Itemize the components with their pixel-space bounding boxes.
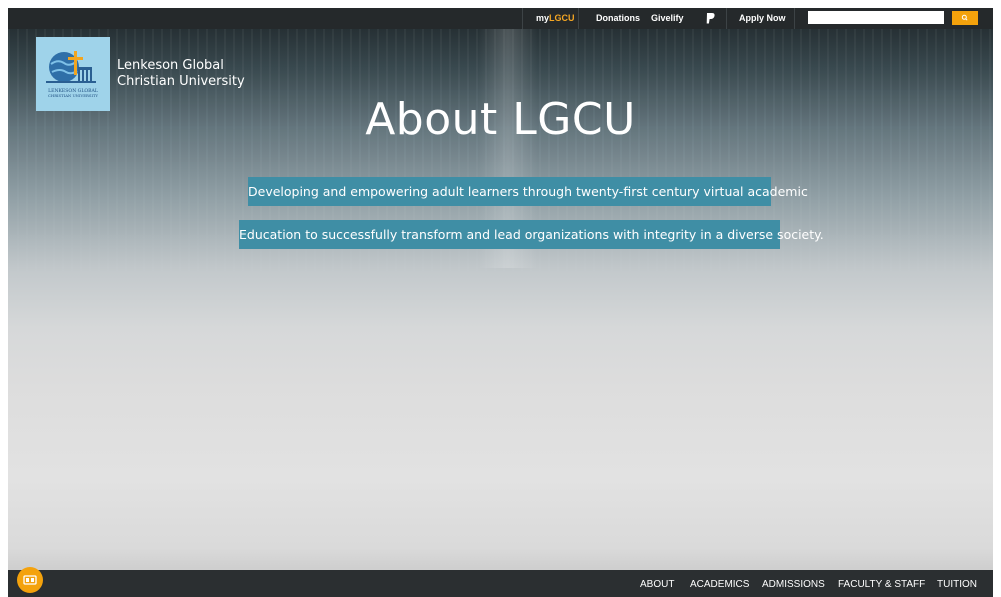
university-name[interactable]: Lenkeson Global Christian University (117, 58, 245, 90)
nav-item-academics[interactable]: ACADEMICS (690, 570, 749, 597)
mylgcu-accent: LGCU (549, 13, 575, 23)
divider (726, 8, 727, 29)
mylgcu-link[interactable]: myLGCU (536, 8, 575, 29)
accessibility-icon (23, 575, 37, 585)
university-name-line2: Christian University (117, 74, 245, 89)
top-utility-bar: myLGCU Donations Givelify Apply Now (8, 8, 993, 29)
university-name-line1: Lenkeson Global (117, 58, 224, 73)
main-navigation: ABOUT ACADEMICS ADMISSIONS FACULTY & STA… (8, 570, 993, 597)
accessibility-button[interactable] (17, 567, 43, 593)
paypal-icon[interactable] (706, 13, 715, 24)
givelify-link[interactable]: Givelify (651, 8, 684, 29)
nav-item-tuition[interactable]: TUITION (937, 570, 977, 597)
apply-now-link[interactable]: Apply Now (739, 8, 786, 29)
donations-link[interactable]: Donations (596, 8, 640, 29)
search-input[interactable] (808, 11, 944, 24)
mylgcu-prefix: my (536, 13, 550, 23)
nav-item-admissions[interactable]: ADMISSIONS (762, 570, 825, 597)
page-title: About LGCU (365, 94, 636, 145)
tagline-banner: Developing and empowering adult learners… (248, 177, 808, 206)
nav-item-about[interactable]: ABOUT (640, 570, 674, 597)
search-icon (961, 14, 968, 21)
divider (578, 8, 579, 29)
page: myLGCU Donations Givelify Apply Now LENK… (8, 8, 993, 597)
tagline-banner: Education to successfully transform and … (239, 220, 824, 249)
nav-item-faculty-staff[interactable]: FACULTY & STAFF (838, 570, 925, 597)
divider (794, 8, 795, 29)
divider (522, 8, 523, 29)
search-button[interactable] (952, 11, 978, 25)
